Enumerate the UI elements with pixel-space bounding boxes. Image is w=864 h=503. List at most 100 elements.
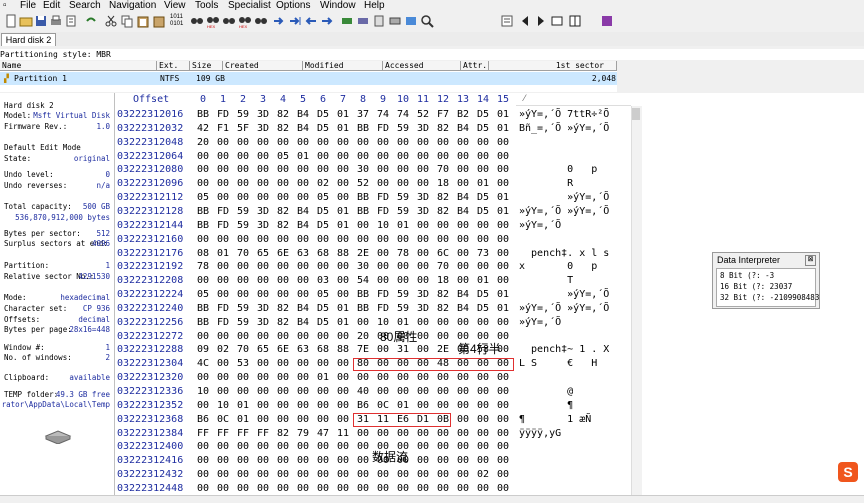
hex-byte[interactable]: 00 — [353, 150, 373, 164]
hex-byte[interactable]: 00 — [373, 371, 393, 385]
hex-byte[interactable]: 6E — [273, 247, 293, 261]
col-created[interactable]: Created — [223, 61, 303, 71]
hex-row[interactable]: 03222312112 05 00 00 00 00 00 05 00 BB FD 59 3D 82 B4 D… — [115, 191, 635, 205]
hex-row[interactable]: 03222312320 00 00 00 00 00 00 01 00 00 00 00 00 00 00 0… — [115, 371, 635, 385]
hex-byte[interactable]: 00 — [273, 191, 293, 205]
ascii-text[interactable]: R — [519, 177, 635, 191]
hex-byte[interactable]: 00 — [273, 233, 293, 247]
hex-byte[interactable]: 00 — [253, 482, 273, 496]
hex-byte[interactable]: 00 — [493, 454, 513, 468]
hex-byte[interactable]: 01 — [333, 219, 353, 233]
hex-byte[interactable]: 00 — [233, 150, 253, 164]
hex-byte[interactable]: 00 — [453, 468, 473, 482]
hex-byte[interactable]: 3D — [413, 302, 433, 316]
new-file-icon[interactable] — [4, 14, 18, 28]
hex-byte[interactable]: 79 — [293, 427, 313, 441]
hex-byte[interactable]: 00 — [393, 260, 413, 274]
hex-byte[interactable]: 00 — [393, 274, 413, 288]
hex-byte[interactable]: 01 — [473, 177, 493, 191]
hex-byte[interactable]: 01 — [333, 302, 353, 316]
hex-byte[interactable]: 01 — [493, 122, 513, 136]
hex-byte[interactable]: 00 — [233, 330, 253, 344]
menu-options[interactable]: Options — [276, 0, 310, 11]
hex-row[interactable]: 03222312384 FF FF FF FF 82 79 47 11 00 00 00 00 00 00 0… — [115, 427, 635, 441]
hex-byte[interactable]: 00 — [433, 385, 453, 399]
hex-byte[interactable]: 00 — [453, 219, 473, 233]
hex-byte[interactable]: 00 — [273, 260, 293, 274]
hex-byte[interactable]: 00 — [253, 177, 273, 191]
hex-byte[interactable]: 00 — [273, 330, 293, 344]
replace-hex-icon[interactable]: HEX — [238, 14, 252, 28]
hex-byte[interactable]: 3D — [413, 205, 433, 219]
hex-byte[interactable]: 00 — [293, 399, 313, 413]
hex-byte[interactable]: 02 — [213, 343, 233, 357]
hex-byte[interactable]: 03 — [313, 274, 333, 288]
hex-byte[interactable]: 00 — [433, 454, 453, 468]
hex-byte[interactable]: 00 — [493, 427, 513, 441]
hex-byte[interactable]: 00 — [353, 136, 373, 150]
hex-byte[interactable]: 00 — [413, 150, 433, 164]
hex-byte[interactable]: 00 — [433, 371, 453, 385]
hex-byte[interactable]: 00 — [493, 163, 513, 177]
hex-byte[interactable]: 01 — [233, 413, 253, 427]
paste-icon[interactable] — [136, 14, 150, 28]
hex-byte[interactable]: 00 — [333, 150, 353, 164]
hex-byte[interactable]: 00 — [253, 136, 273, 150]
hex-byte[interactable]: 00 — [233, 177, 253, 191]
col-attr[interactable]: Attr. — [461, 61, 489, 71]
hex-byte[interactable]: 78 — [193, 260, 213, 274]
hex-byte[interactable]: 00 — [413, 343, 433, 357]
menu-search[interactable]: Search — [69, 0, 101, 11]
hex-byte[interactable]: 00 — [473, 427, 493, 441]
hex-byte[interactable]: 00 — [413, 260, 433, 274]
hex-byte[interactable]: 65 — [253, 247, 273, 261]
hex-byte[interactable]: 00 — [313, 413, 333, 427]
hex-byte[interactable]: 00 — [393, 233, 413, 247]
hex-byte[interactable]: 00 — [373, 233, 393, 247]
hex-byte[interactable]: 00 — [473, 219, 493, 233]
menu-edit[interactable]: Edit — [43, 0, 60, 11]
hex-byte[interactable]: 82 — [273, 108, 293, 122]
hex-byte[interactable]: 00 — [233, 468, 253, 482]
open-folder-icon[interactable] — [19, 14, 33, 28]
ascii-text[interactable]: »ýY=‚´Õ — [519, 219, 635, 233]
ascii-text[interactable]: »ýY=‚´Õ — [519, 288, 635, 302]
hex-byte[interactable]: 00 — [393, 427, 413, 441]
ascii-text[interactable]: »ýY=‚´Õ — [519, 191, 635, 205]
hex-byte[interactable]: 00 — [473, 482, 493, 496]
hex-byte[interactable]: 20 — [353, 330, 373, 344]
hex-byte[interactable]: BB — [193, 205, 213, 219]
hex-byte[interactable]: 00 — [293, 163, 313, 177]
hex-byte[interactable]: 00 — [273, 454, 293, 468]
ascii-text[interactable]: x 0 p — [519, 260, 635, 274]
menu-file[interactable]: File — [20, 0, 36, 11]
hex-byte[interactable]: 3D — [253, 316, 273, 330]
disk-image-icon[interactable] — [388, 14, 402, 28]
hex-byte[interactable]: 00 — [333, 413, 353, 427]
search-icon[interactable] — [420, 14, 434, 28]
hex-byte[interactable]: 00 — [213, 163, 233, 177]
hex-byte[interactable]: 00 — [373, 247, 393, 261]
hex-byte[interactable]: 00 — [473, 233, 493, 247]
hex-byte[interactable]: 20 — [193, 136, 213, 150]
col-first-sector[interactable]: 1st sector — [489, 61, 617, 71]
hex-byte[interactable]: 00 — [193, 454, 213, 468]
ascii-text[interactable]: 0 p — [519, 163, 635, 177]
menu-tools[interactable]: Tools — [195, 0, 218, 11]
ascii-text[interactable]: »ýY=‚´Õ — [519, 316, 635, 330]
hex-byte[interactable]: BB — [353, 191, 373, 205]
hex-byte[interactable]: 40 — [353, 385, 373, 399]
hex-byte[interactable]: 4C — [193, 357, 213, 371]
hex-byte[interactable]: 00 — [213, 440, 233, 454]
hex-byte[interactable]: 3D — [253, 108, 273, 122]
hex-byte[interactable]: 00 — [253, 191, 273, 205]
ram-editor-icon[interactable] — [356, 14, 370, 28]
hex-byte[interactable]: 42 — [193, 122, 213, 136]
hex-byte[interactable]: 00 — [313, 357, 333, 371]
hex-byte[interactable]: 53 — [233, 357, 253, 371]
hex-byte[interactable]: 00 — [273, 177, 293, 191]
hex-byte[interactable]: 00 — [193, 399, 213, 413]
hex-byte[interactable]: B6 — [353, 399, 373, 413]
hex-byte[interactable]: 00 — [273, 468, 293, 482]
hex-byte[interactable]: 00 — [213, 468, 233, 482]
